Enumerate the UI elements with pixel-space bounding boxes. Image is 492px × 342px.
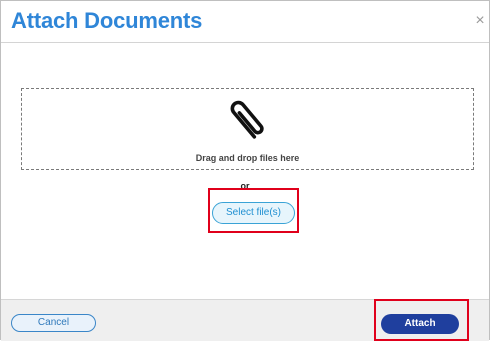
paperclip-icon (230, 100, 264, 139)
close-icon[interactable]: × (473, 13, 487, 29)
attach-documents-dialog: Attach Documents × Drag and drop files h… (0, 0, 490, 341)
cancel-button[interactable]: Cancel (11, 314, 96, 332)
file-drop-zone[interactable]: Drag and drop files here (21, 88, 474, 170)
drop-instructions: Drag and drop files here (195, 153, 300, 163)
attach-button-highlight (374, 299, 469, 341)
select-files-button[interactable]: Select file(s) (212, 202, 295, 224)
dialog-header: Attach Documents × (1, 1, 489, 43)
dialog-title: Attach Documents (11, 8, 203, 33)
